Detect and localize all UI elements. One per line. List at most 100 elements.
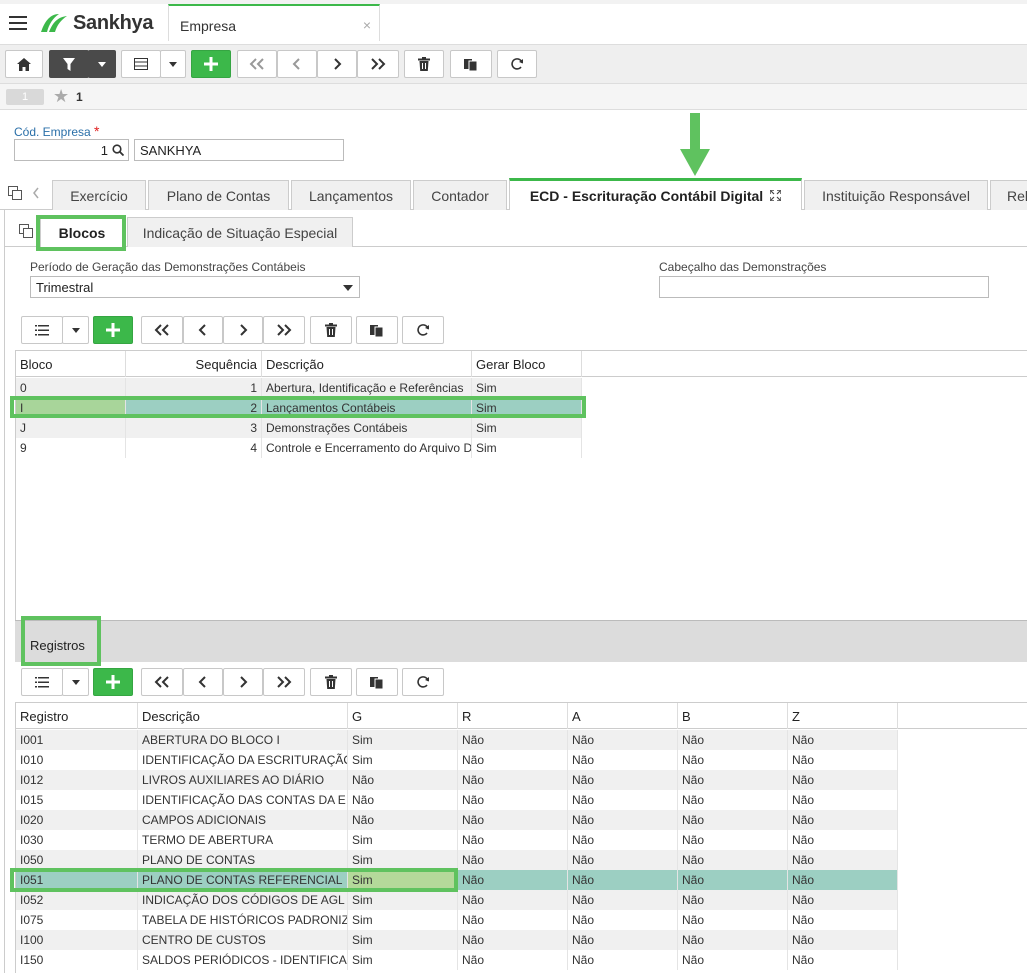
tab-exercicio[interactable]: Exercício (52, 180, 146, 210)
duplicate-icon[interactable] (19, 224, 33, 238)
tab-instituicao-responsavel[interactable]: Instituição Responsável (804, 180, 988, 210)
delete-button[interactable] (404, 50, 444, 78)
bloco-row[interactable]: J 3 Demonstrações Contábeis Sim (16, 418, 582, 438)
registro-row[interactable]: I015 IDENTIFICAÇÃO DAS CONTAS DA E Não Não N… (16, 790, 898, 810)
company-code-field[interactable]: 1 (14, 139, 129, 161)
col-r[interactable]: R (458, 703, 568, 729)
tab-lancamentos[interactable]: Lançamentos (291, 180, 411, 210)
view-dropdown-button[interactable] (160, 50, 186, 78)
expand-icon[interactable] (770, 190, 782, 201)
registro-cell: I050 (16, 850, 138, 870)
first-record-button[interactable] (237, 50, 277, 78)
first-registro-button[interactable] (141, 668, 183, 696)
registro-row[interactable]: I050 PLANO DE CONTAS Sim Não Não Não Não (16, 850, 898, 870)
registro-row[interactable]: I100 CENTRO DE CUSTOS Sim Não Não Não Não (16, 930, 898, 950)
col-a[interactable]: A (568, 703, 678, 729)
previous-registro-button[interactable] (183, 668, 223, 696)
star-icon[interactable]: ★ (53, 87, 69, 105)
company-code-label: Cód. Empresa * (14, 123, 100, 139)
copy-registro-button[interactable] (356, 668, 398, 696)
refresh-icon (417, 676, 429, 688)
grid-view-button[interactable] (121, 50, 161, 78)
list-dropdown-button[interactable] (62, 316, 89, 344)
registro-row[interactable]: I051 PLANO DE CONTAS REFERENCIAL Sim Não Não… (16, 870, 898, 890)
delete-registro-button[interactable] (310, 668, 352, 696)
subtab-situacao-especial[interactable]: Indicação de Situação Especial (127, 217, 353, 247)
registro-cell: I100 (16, 930, 138, 950)
add-bloco-button[interactable] (93, 316, 133, 344)
close-icon[interactable]: × (363, 17, 371, 33)
next-registro-button[interactable] (223, 668, 263, 696)
registro-row[interactable]: I020 CAMPOS ADICIONAIS Não Não Não Não Não (16, 810, 898, 830)
next-bloco-button[interactable] (223, 316, 263, 344)
add-button[interactable] (191, 50, 231, 78)
add-registro-button[interactable] (93, 668, 133, 696)
search-icon[interactable] (112, 144, 124, 156)
filter-button[interactable] (49, 50, 89, 78)
col-descricao[interactable]: Descrição (262, 351, 472, 377)
registro-cell: I012 (16, 770, 138, 790)
registro-cell: Não (568, 950, 678, 970)
ecd-panel: Blocos Indicação de Situação Especial Pe… (4, 210, 1027, 973)
registro-cell: Não (788, 950, 898, 970)
last-registro-button[interactable] (263, 668, 305, 696)
header-input[interactable] (659, 276, 989, 298)
registro-cell: Sim (348, 870, 458, 890)
bloco-row[interactable]: I 2 Lançamentos Contábeis Sim (16, 398, 582, 418)
period-select[interactable]: Trimestral (30, 276, 360, 298)
col-registro[interactable]: Registro (16, 703, 138, 729)
chevron-right-icon (240, 324, 248, 336)
registro-row[interactable]: I012 LIVROS AUXILIARES AO DIÁRIO Não Não Não… (16, 770, 898, 790)
registro-row[interactable]: I001 ABERTURA DO BLOCO I Sim Não Não Não Não (16, 730, 898, 750)
bloco-row[interactable]: 0 1 Abertura, Identificação e Referências S… (16, 378, 582, 398)
filter-dropdown-button[interactable] (88, 50, 116, 78)
copy-button[interactable] (450, 50, 492, 78)
col-reg-descricao[interactable]: Descrição (138, 703, 348, 729)
registros-list-view-button[interactable] (21, 668, 63, 696)
col-g[interactable]: G (348, 703, 458, 729)
col-b[interactable]: B (678, 703, 788, 729)
previous-bloco-button[interactable] (183, 316, 223, 344)
period-value: Trimestral (36, 280, 94, 295)
next-record-button[interactable] (317, 50, 357, 78)
registros-grid: Registro Descrição G R A B Z I001 ABERTUR… (15, 702, 1027, 973)
blocos-grid-header: Bloco Sequência Descrição Gerar Bloco (16, 351, 1027, 377)
duplicate-icon[interactable] (8, 186, 22, 200)
copy-bloco-button[interactable] (356, 316, 398, 344)
last-record-button[interactable] (357, 50, 399, 78)
tab-ecd[interactable]: ECD - Escrituração Contábil Digital (509, 178, 802, 210)
col-z[interactable]: Z (788, 703, 898, 729)
registro-cell: TABELA DE HISTÓRICOS PADRONIZ (138, 910, 348, 930)
record-index-badge[interactable]: 1 (6, 89, 44, 105)
first-bloco-button[interactable] (141, 316, 183, 344)
company-name-field[interactable]: SANKHYA (134, 139, 344, 161)
home-button[interactable] (5, 50, 43, 78)
chevron-left-icon (198, 324, 206, 336)
registro-cell: Sim (348, 910, 458, 930)
bloco-row[interactable]: 9 4 Controle e Encerramento do Arquivo D Si… (16, 438, 582, 458)
registro-row[interactable]: I052 INDICAÇÃO DOS CÓDIGOS DE AGL Sim Não Nã… (16, 890, 898, 910)
menu-icon[interactable] (9, 16, 27, 30)
list-view-button[interactable] (21, 316, 63, 344)
registros-list-dropdown-button[interactable] (62, 668, 89, 696)
tab-empresa[interactable]: Empresa × (168, 4, 380, 41)
registro-row[interactable]: I030 TERMO DE ABERTURA Sim Não Não Não Não (16, 830, 898, 850)
tab-rel[interactable]: Rel (990, 180, 1027, 210)
tab-plano-de-contas[interactable]: Plano de Contas (148, 180, 289, 210)
registro-row[interactable]: I150 SALDOS PERIÓDICOS - IDENTIFICA Sim Não… (16, 950, 898, 970)
delete-bloco-button[interactable] (310, 316, 352, 344)
registro-row[interactable]: I010 IDENTIFICAÇÃO DA ESCRITURAÇÃO Sim Não N… (16, 750, 898, 770)
chevron-left-icon[interactable] (32, 187, 40, 199)
col-bloco[interactable]: Bloco (16, 351, 126, 377)
previous-record-button[interactable] (277, 50, 317, 78)
refresh-button[interactable] (497, 50, 537, 78)
col-gerar-bloco[interactable]: Gerar Bloco (472, 351, 582, 377)
registro-row[interactable]: I075 TABELA DE HISTÓRICOS PADRONIZ Sim Não N… (16, 910, 898, 930)
last-bloco-button[interactable] (263, 316, 305, 344)
subtab-blocos[interactable]: Blocos (40, 217, 124, 247)
tab-contador[interactable]: Contador (413, 180, 507, 210)
col-sequencia[interactable]: Sequência (126, 351, 262, 377)
registros-title: Registros (30, 638, 85, 653)
refresh-registro-button[interactable] (402, 668, 444, 696)
refresh-bloco-button[interactable] (402, 316, 444, 344)
